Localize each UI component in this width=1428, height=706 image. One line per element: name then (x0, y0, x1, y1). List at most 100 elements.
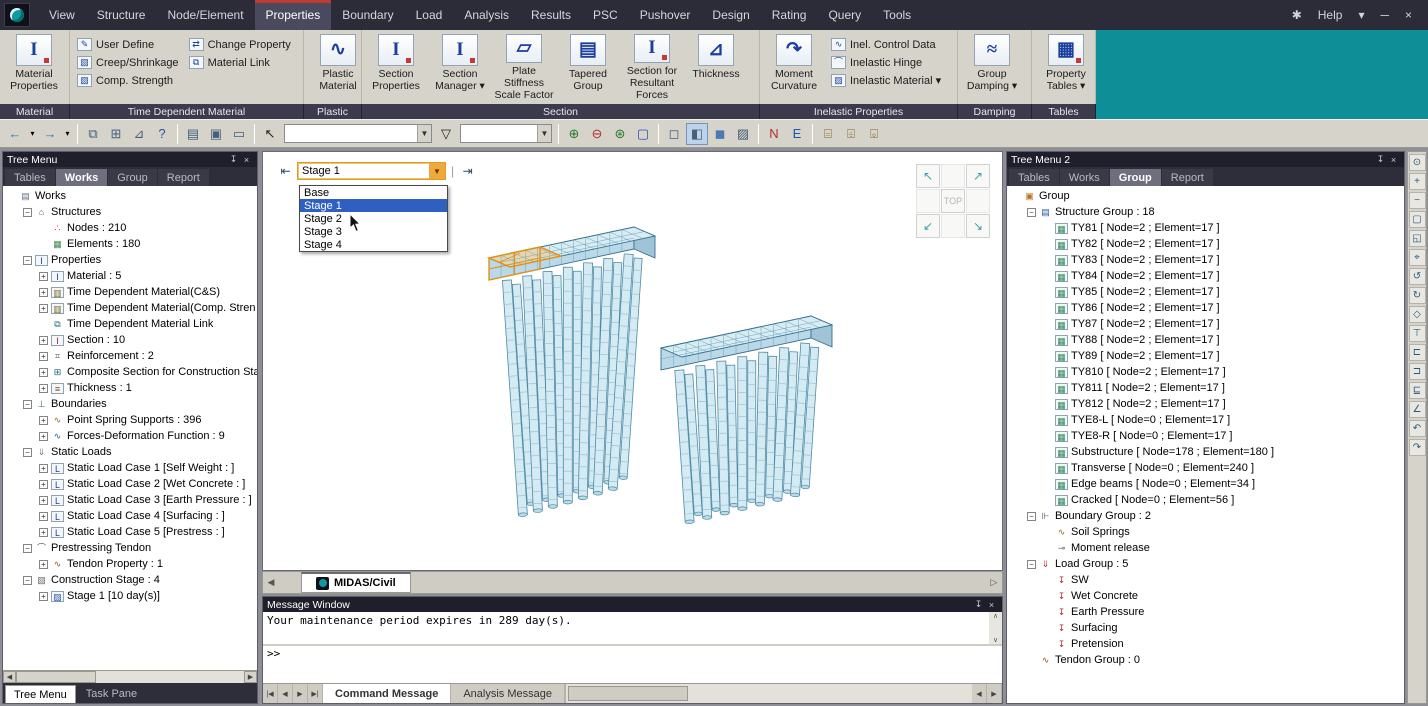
deactivate-icon[interactable]: ⊖ (586, 123, 608, 145)
pin-icon[interactable]: ↧ (227, 154, 240, 165)
message-hscroll-thumb[interactable] (568, 686, 688, 701)
expand-icon[interactable]: + (39, 512, 48, 521)
menu-tools[interactable]: Tools (872, 0, 922, 30)
tree-item-tye8-r-node-0-element-17[interactable]: ▦TYE8-R [ Node=0 ; Element=17 ] (1007, 428, 1404, 444)
last-page-icon[interactable]: ▶| (308, 684, 323, 703)
lock-model-icon[interactable]: ⌸ (817, 123, 839, 145)
tree-item-section-10[interactable]: +ISection : 10 (3, 332, 257, 348)
ribbon-section-properties-button[interactable]: ISection Properties (364, 33, 428, 101)
collapse-icon[interactable]: − (1027, 208, 1036, 217)
previous-zoom-icon[interactable]: ↶ (1409, 420, 1426, 437)
tree-item-reinforcement-2[interactable]: +⌗Reinforcement : 2 (3, 348, 257, 364)
tree-item-time-dependent-material-link[interactable]: ⧉Time Dependent Material Link (3, 316, 257, 332)
ribbon-comp-strength-button[interactable]: ▧Comp. Strength (77, 74, 179, 87)
tree-item-group[interactable]: ▣Group (1007, 188, 1404, 204)
tree-item-moment-release[interactable]: ⊸Moment release (1007, 540, 1404, 556)
pan-up-icon[interactable] (941, 164, 965, 188)
tree-item-static-load-case-1-self-weight[interactable]: +LStatic Load Case 1 [Self Weight : ] (3, 460, 257, 476)
right-view-icon[interactable]: ⊐ (1409, 363, 1426, 380)
top-view-icon[interactable]: ⊤ (1409, 325, 1426, 342)
expand-icon[interactable]: + (39, 272, 48, 281)
construction-stage-next-icon[interactable]: ⇥ (459, 163, 476, 180)
named-selection-combo[interactable]: ▼ (284, 124, 432, 143)
tab-group[interactable]: Group (108, 169, 157, 186)
tree-item-time-dependent-material-comp-stren[interactable]: +▥Time Dependent Material(Comp. Stren (3, 300, 257, 316)
zoom-window-icon[interactable]: ▢ (1409, 211, 1426, 228)
tree-item-time-dependent-material-c-s[interactable]: +▥Time Dependent Material(C&S) (3, 284, 257, 300)
tree-item-edge-beams-node-0-element-34[interactable]: ▦Edge beams [ Node=0 ; Element=34 ] (1007, 476, 1404, 492)
message-hscroll-track[interactable] (565, 684, 972, 703)
model-viewport[interactable]: ⇤ Stage 1 ▼ | ⇥ BaseStage 1Stage 2Stage … (262, 151, 1003, 571)
tab-tables[interactable]: Tables (5, 169, 55, 186)
tree-item-ty810-node-2-element-17[interactable]: ▦TY810 [ Node=2 ; Element=17 ] (1007, 364, 1404, 380)
expand-icon[interactable]: + (39, 288, 48, 297)
chevron-down-icon[interactable]: ▼ (417, 125, 431, 142)
ribbon-plate-stiffness-scale-factor-button[interactable]: ▱Plate Stiffness Scale Factor (492, 33, 556, 101)
group-tree-icon[interactable]: ▣ (205, 123, 227, 145)
ribbon-creep-shrinkage-button[interactable]: ▧Creep/Shrinkage (77, 56, 179, 69)
tree-item-ty812-node-2-element-17[interactable]: ▦TY812 [ Node=2 ; Element=17 ] (1007, 396, 1404, 412)
minimize-icon[interactable]: ─ (1374, 6, 1395, 24)
expand-icon[interactable]: + (39, 480, 48, 489)
menu-rating[interactable]: Rating (761, 0, 818, 30)
ribbon-inel-control-data-button[interactable]: ∿Inel. Control Data (831, 38, 941, 51)
menu-node-element[interactable]: Node/Element (156, 0, 254, 30)
tree-item-tye8-l-node-0-element-17[interactable]: ▦TYE8-L [ Node=0 ; Element=17 ] (1007, 412, 1404, 428)
scroll-left-icon[interactable]: ◀ (3, 671, 16, 683)
tree-item-tendon-group-0[interactable]: ∿Tendon Group : 0 (1007, 652, 1404, 668)
iso-view-icon[interactable]: ◇ (1409, 306, 1426, 323)
tree-item-ty84-node-2-element-17[interactable]: ▦TY84 [ Node=2 ; Element=17 ] (1007, 268, 1404, 284)
close-icon[interactable]: × (985, 600, 998, 610)
tree-item-construction-stage-4[interactable]: −▧Construction Stage : 4 (3, 572, 257, 588)
expand-icon[interactable]: + (39, 496, 48, 505)
expand-icon[interactable]: + (39, 416, 48, 425)
tree-item-ty88-node-2-element-17[interactable]: ▦TY88 [ Node=2 ; Element=17 ] (1007, 332, 1404, 348)
menu-structure[interactable]: Structure (86, 0, 157, 30)
tab-scroll-right-icon[interactable]: ▷ (986, 572, 1002, 593)
scroll-up-icon[interactable]: ∧ (989, 612, 1002, 620)
scrollbar-track[interactable] (16, 671, 244, 683)
bottom-tab-tree-menu[interactable]: Tree Menu (5, 685, 76, 703)
next-view-icon[interactable]: → (39, 123, 61, 145)
menu-properties[interactable]: Properties (255, 0, 332, 30)
menu-query[interactable]: Query (817, 0, 872, 30)
rotate-down-left-icon[interactable]: ↙ (916, 214, 940, 238)
ribbon-material-link-button[interactable]: ⧉Material Link (189, 56, 291, 69)
chevron-down-icon[interactable]: ▼ (429, 163, 445, 179)
ribbon-inelastic-material-button[interactable]: ▨Inelastic Material ▾ (831, 74, 941, 87)
zoom-in-icon[interactable]: + (1409, 173, 1426, 190)
collapse-icon[interactable]: − (23, 544, 32, 553)
tree-item-works[interactable]: ▤Works (3, 188, 257, 204)
expand-icon[interactable]: + (39, 304, 48, 313)
tree-item-static-load-case-4-surfacing[interactable]: +LStatic Load Case 4 [Surfacing : ] (3, 508, 257, 524)
ribbon-group-damping-button[interactable]: ≈Group Damping ▾ (960, 33, 1024, 101)
rotate-up-right-icon[interactable]: ↗ (966, 164, 990, 188)
stage-option-stage-4[interactable]: Stage 4 (300, 238, 447, 251)
tree-item-structure-group-18[interactable]: −▤Structure Group : 18 (1007, 204, 1404, 220)
collapse-icon[interactable]: − (1027, 560, 1036, 569)
stage-option-stage-2[interactable]: Stage 2 (300, 212, 447, 225)
menu-psc[interactable]: PSC (582, 0, 629, 30)
tree-item-thickness-1[interactable]: +≡Thickness : 1 (3, 380, 257, 396)
message-tab-command-message[interactable]: Command Message (323, 684, 451, 703)
ribbon-section-for-resultant-forces-button[interactable]: ISection for Resultant Forces (620, 33, 684, 101)
help-label[interactable]: Help (1312, 6, 1349, 24)
tree-item-stage-1-10-day-s[interactable]: +▨Stage 1 [10 day(s)] (3, 588, 257, 604)
close-icon[interactable]: × (1387, 155, 1400, 165)
collapse-icon[interactable]: − (23, 208, 32, 217)
tree-item-elements-180[interactable]: ▦Elements : 180 (3, 236, 257, 252)
scrollbar-thumb[interactable] (16, 671, 96, 683)
tree-item-ty81-node-2-element-17[interactable]: ▦TY81 [ Node=2 ; Element=17 ] (1007, 220, 1404, 236)
close-icon[interactable]: × (1399, 6, 1418, 24)
tree-item-prestressing-tendon[interactable]: −⌒Prestressing Tendon (3, 540, 257, 556)
tree-item-boundary-group-2[interactable]: −⊩Boundary Group : 2 (1007, 508, 1404, 524)
previous-view-menu-icon[interactable]: ▾ (27, 123, 38, 145)
ortho-icon[interactable]: ⊿ (128, 123, 150, 145)
tree-item-load-group-5[interactable]: −⇓Load Group : 5 (1007, 556, 1404, 572)
tree-item-soil-springs[interactable]: ∿Soil Springs (1007, 524, 1404, 540)
tree-item-substructure-node-178-element-180[interactable]: ▦Substructure [ Node=178 ; Element=180 ] (1007, 444, 1404, 460)
activate-icon[interactable]: ⊕ (563, 123, 585, 145)
expand-icon[interactable]: + (39, 336, 48, 345)
collapse-icon[interactable]: − (23, 448, 32, 457)
expand-icon[interactable]: + (39, 368, 48, 377)
